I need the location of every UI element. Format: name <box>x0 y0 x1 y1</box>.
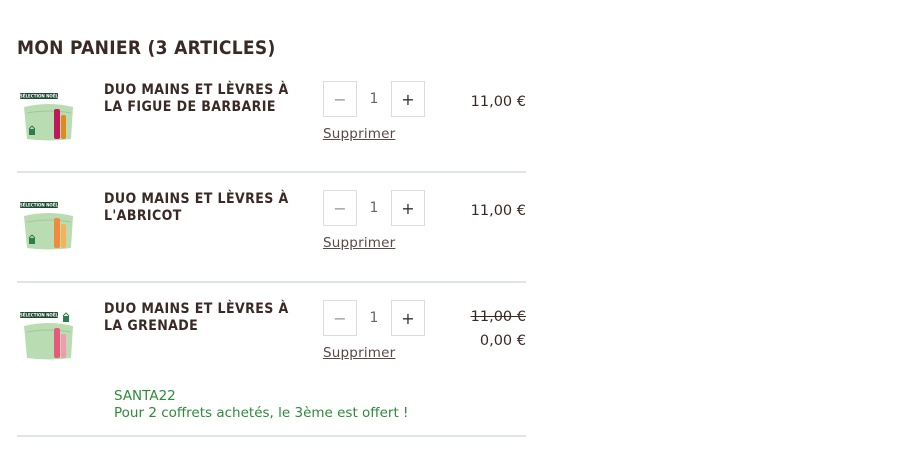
promo-block: SANTA22 Pour 2 coffrets achetés, le 3ème… <box>114 388 408 422</box>
quantity-value[interactable]: 1 <box>357 190 391 226</box>
remove-item-link[interactable]: Supprimer <box>323 126 395 142</box>
product-name[interactable]: DUO MAINS ET LÈVRES À LA FIGUE DE BARBAR… <box>104 82 309 116</box>
item-price: 11,00 € <box>470 203 526 219</box>
item-price: 0,00 € <box>479 333 526 349</box>
increase-quantity-button[interactable]: + <box>391 190 425 226</box>
item-price-block: 11,00 € <box>471 90 526 114</box>
quantity-stepper: − 1 + <box>323 190 426 226</box>
cart-item: SÉLECTION NOËL DUO MAINS ET LÈVRES À LA … <box>17 300 526 437</box>
quantity-stepper: − 1 + <box>323 300 426 336</box>
product-name[interactable]: DUO MAINS ET LÈVRES À L'ABRICOT <box>104 191 309 225</box>
product-name[interactable]: DUO MAINS ET LÈVRES À LA GRENADE <box>104 301 309 335</box>
badge-text: SÉLECTION NOËL <box>20 313 59 318</box>
remove-item-link[interactable]: Supprimer <box>323 235 395 251</box>
increase-quantity-button[interactable]: + <box>391 81 425 117</box>
remove-item-link[interactable]: Supprimer <box>323 345 395 361</box>
promo-description: Pour 2 coffrets achetés, le 3ème est off… <box>114 405 409 421</box>
item-price-block: 11,00 € 0,00 € <box>471 305 526 353</box>
product-thumbnail[interactable]: SÉLECTION NOËL <box>19 91 75 143</box>
cart-item: SÉLECTION NOËL DUO MAINS ET LÈVRES À L'A… <box>17 190 526 283</box>
item-price: 11,00 € <box>470 94 526 110</box>
product-thumbnail[interactable]: SÉLECTION NOËL <box>19 200 75 252</box>
item-divider <box>17 171 526 173</box>
item-divider <box>17 281 526 283</box>
badge-text: SÉLECTION NOËL <box>20 203 59 208</box>
promo-code: SANTA22 <box>114 388 176 404</box>
item-price-block: 11,00 € <box>471 199 526 223</box>
increase-quantity-button[interactable]: + <box>391 300 425 336</box>
original-price: 11,00 € <box>470 309 526 325</box>
quantity-value[interactable]: 1 <box>357 300 391 336</box>
decrease-quantity-button[interactable]: − <box>323 81 357 117</box>
quantity-stepper: − 1 + <box>323 81 426 117</box>
product-thumbnail[interactable]: SÉLECTION NOËL <box>19 310 75 362</box>
quantity-value[interactable]: 1 <box>357 81 391 117</box>
decrease-quantity-button[interactable]: − <box>323 300 357 336</box>
cart-item: SÉLECTION NOËL DUO MAINS ET LÈVRES À LA … <box>17 81 526 173</box>
decrease-quantity-button[interactable]: − <box>323 190 357 226</box>
item-divider <box>17 435 526 437</box>
badge-text: SÉLECTION NOËL <box>20 94 59 99</box>
cart-title: MON PANIER (3 ARTICLES) <box>17 37 276 59</box>
